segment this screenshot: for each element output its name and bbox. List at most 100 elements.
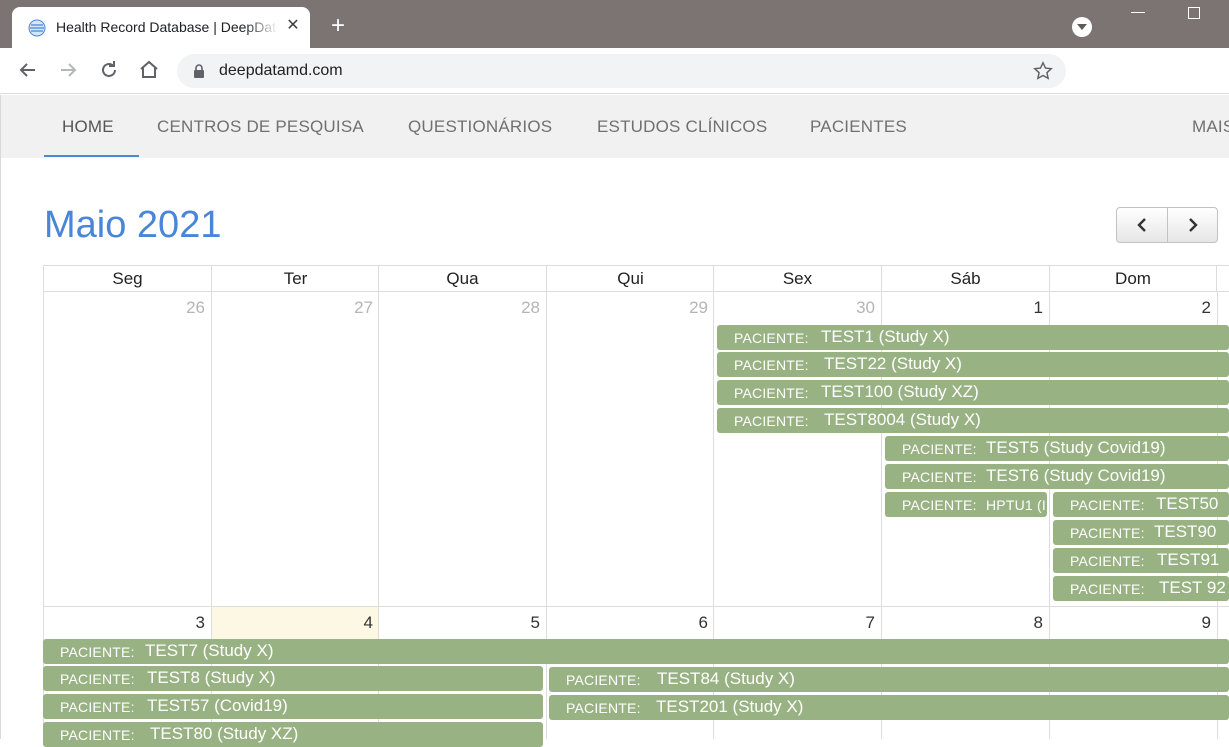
event-label: PACIENTE: (1070, 553, 1145, 569)
day-number[interactable]: 8 (883, 613, 1043, 633)
day-number[interactable]: 6 (548, 613, 708, 633)
event-label: PACIENTE: (60, 671, 135, 687)
day-number[interactable]: 28 (380, 298, 540, 318)
week-divider (43, 606, 1229, 607)
calendar-event[interactable]: PACIENTE: TEST6 (Study Covid19) (885, 464, 1229, 489)
day-number[interactable]: 30 (715, 298, 875, 318)
calendar-event[interactable]: PACIENTE: TEST8 (Study X) (43, 666, 543, 691)
active-nav-indicator (44, 155, 139, 157)
event-title: TEST22 (Study X) (824, 354, 962, 373)
event-label: PACIENTE: (1070, 497, 1145, 513)
day-number[interactable]: 1 (883, 298, 1043, 318)
calendar-event[interactable]: PACIENTE: TEST90 (1053, 520, 1229, 545)
event-label: PACIENTE: (902, 469, 977, 485)
calendar-event[interactable]: PACIENTE: HPTU1 (I (885, 492, 1047, 517)
calendar-event[interactable]: PACIENTE: TEST91 (1053, 548, 1229, 573)
day-number[interactable]: 26 (45, 298, 205, 318)
url-text: deepdatamd.com (219, 62, 343, 79)
page-border (0, 158, 1, 739)
minimize-icon[interactable] (1131, 12, 1145, 13)
browser-titlebar: Health Record Database | DeepDataMD ✕ + (0, 0, 1229, 48)
calendar-event[interactable]: PACIENTE: TEST5 (Study Covid19) (885, 436, 1229, 461)
event-label: PACIENTE: (734, 357, 809, 373)
event-label: PACIENTE: (60, 644, 135, 660)
event-title: TEST100 (Study XZ) (821, 382, 979, 401)
back-icon[interactable] (16, 58, 40, 82)
nav-questionarios[interactable]: QUESTIONÁRIOS (408, 117, 552, 137)
prev-month-button[interactable] (1117, 208, 1168, 242)
event-label: PACIENTE: (60, 727, 135, 743)
close-icon[interactable]: ✕ (284, 17, 302, 35)
weekday-label: Ter (211, 266, 379, 292)
event-title: TEST84 (Study X) (657, 669, 795, 688)
calendar-event[interactable]: PACIENTE: TEST1 (Study X) (717, 325, 1229, 350)
calendar-title: Maio 2021 (44, 204, 222, 246)
favicon-icon (28, 19, 46, 37)
event-label: PACIENTE: (734, 413, 809, 429)
event-title: TEST6 (Study Covid19) (986, 466, 1166, 485)
event-title: TEST7 (Study X) (145, 641, 274, 660)
weekday-label: Seg (43, 266, 211, 292)
event-title: TEST5 (Study Covid19) (986, 438, 1166, 457)
day-number[interactable]: 2 (1051, 298, 1211, 318)
event-title: TEST57 (Covid19) (147, 696, 288, 715)
nav-estudos-clinicos[interactable]: ESTUDOS CLÍNICOS (597, 117, 767, 137)
day-number[interactable]: 27 (213, 298, 373, 318)
day-number[interactable]: 29 (548, 298, 708, 318)
event-title: TEST 92 (1159, 578, 1226, 597)
nav-mais[interactable]: MAIS (1192, 117, 1229, 137)
chevron-right-icon (1189, 218, 1198, 232)
event-label: PACIENTE: (902, 497, 977, 513)
month-nav-buttons (1116, 207, 1218, 243)
calendar-event[interactable]: PACIENTE: TEST8004 (Study X) (717, 408, 1229, 433)
calendar-event[interactable]: PACIENTE: TEST80 (Study XZ) (43, 722, 543, 747)
event-label: PACIENTE: (734, 385, 809, 401)
weekday-label: Sáb (881, 266, 1049, 292)
event-label: PACIENTE: (566, 672, 641, 688)
calendar-event[interactable]: PACIENTE: TEST100 (Study XZ) (717, 380, 1229, 405)
event-title: TEST201 (Study X) (656, 697, 804, 716)
nav-pacientes[interactable]: PACIENTES (810, 117, 907, 137)
day-number[interactable]: 7 (715, 613, 875, 633)
day-number[interactable]: 5 (380, 613, 540, 633)
event-label: PACIENTE: (902, 441, 977, 457)
event-label: PACIENTE: (1070, 525, 1145, 541)
weekday-label: Qua (378, 266, 546, 292)
new-tab-icon[interactable]: + (326, 14, 350, 38)
nav-centros-de-pesquisa[interactable]: CENTROS DE PESQUISA (157, 117, 364, 137)
day-number[interactable]: 3 (45, 613, 205, 633)
event-title: TEST80 (Study XZ) (150, 724, 299, 743)
event-title: TEST8 (Study X) (147, 668, 276, 687)
event-label: PACIENTE: (734, 330, 809, 346)
event-label: PACIENTE: (1070, 581, 1145, 597)
day-number-today[interactable]: 4 (213, 613, 373, 633)
weekday-label: Dom (1049, 266, 1217, 292)
calendar-event[interactable]: PACIENTE: TEST50 (1053, 492, 1229, 517)
nav-home[interactable]: HOME (62, 117, 114, 137)
weekday-label: Qui (546, 266, 714, 292)
calendar-event[interactable]: PACIENTE: TEST84 (Study X) (549, 667, 1229, 692)
next-month-button[interactable] (1168, 208, 1217, 242)
bookmark-star-icon[interactable] (1032, 60, 1054, 82)
calendar-event[interactable]: PACIENTE: TEST22 (Study X) (717, 352, 1229, 377)
reload-icon[interactable] (97, 58, 121, 82)
event-label: PACIENTE: (566, 700, 641, 716)
day-number[interactable]: 9 (1051, 613, 1211, 633)
calendar-event[interactable]: PACIENTE: TEST 92 (1053, 576, 1229, 601)
browser-tab[interactable]: Health Record Database | DeepDataMD ✕ (12, 7, 310, 48)
event-title: TEST90 (1154, 522, 1217, 541)
calendar-event[interactable]: PACIENTE: TEST7 (Study X) (43, 639, 1229, 664)
browser-toolbar: deepdatamd.com (0, 48, 1229, 94)
event-title: TEST8004 (Study X) (824, 410, 981, 429)
calendar-event[interactable]: PACIENTE: TEST57 (Covid19) (43, 694, 543, 719)
forward-icon[interactable] (56, 58, 80, 82)
profile-dropdown-icon[interactable] (1072, 17, 1092, 37)
address-bar[interactable]: deepdatamd.com (177, 54, 1066, 88)
maximize-icon[interactable] (1188, 7, 1200, 19)
tab-title: Health Record Database | DeepDataMD (56, 19, 278, 35)
event-title: TEST91 (1157, 550, 1220, 569)
event-label: PACIENTE: (60, 699, 135, 715)
calendar-event[interactable]: PACIENTE: TEST201 (Study X) (549, 695, 1229, 720)
lock-icon (194, 64, 204, 78)
home-icon[interactable] (137, 58, 161, 82)
